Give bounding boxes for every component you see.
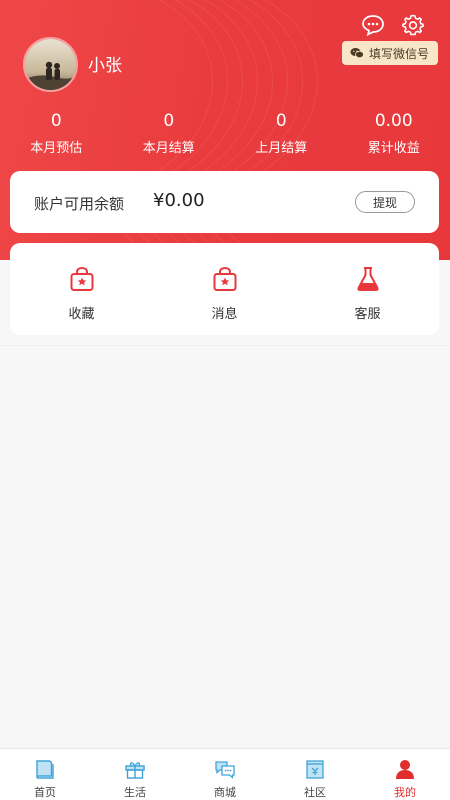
stat-label: 累计收益 [367,141,420,156]
stat-value: 0 [163,111,175,131]
quick-menu: 收藏 消息 客服 [10,243,439,335]
earnings-stats: 0 本月预估 0 本月结算 0 上月结算 0.00 累计收益 [0,111,450,156]
tab-life[interactable]: 生活 [90,749,180,800]
stat-total-earnings[interactable]: 0.00 累计收益 [338,111,450,156]
menu-item-label: 收藏 [68,307,95,322]
fill-wechat-button[interactable]: 填写微信号 [341,41,438,65]
tab-community[interactable]: 社区 [270,749,360,800]
bag-star-icon [213,266,236,291]
withdraw-button[interactable]: 提现 [355,191,415,213]
stat-this-month-settled[interactable]: 0 本月结算 [113,111,226,156]
tab-mall[interactable]: 商城 [180,749,270,800]
wechat-icon [350,48,364,59]
community-icon [306,760,324,779]
balance-card: 账户可用余额 ¥0.00 提现 [10,171,439,233]
gift-icon [125,762,145,779]
tab-label: 商城 [214,786,236,799]
balance-value: ¥0.00 [153,190,205,211]
bag-star-icon [70,266,93,291]
tab-home[interactable]: 首页 [0,749,90,800]
chat-bubbles-icon [215,761,235,779]
bottom-tab-bar: 首页 生活 商城 社区 我的 [0,748,450,800]
book-icon [36,760,54,779]
menu-item-favorites[interactable]: 收藏 [10,243,153,335]
tab-label: 生活 [124,786,146,799]
stat-label: 上月结算 [255,141,308,156]
message-bubble-icon[interactable] [360,12,386,38]
menu-item-label: 客服 [354,307,381,322]
username: 小张 [88,56,122,76]
stat-value: 0.00 [374,111,413,131]
menu-item-messages[interactable]: 消息 [153,243,296,335]
section-divider [0,345,450,346]
tab-mine[interactable]: 我的 [360,749,450,800]
stat-label: 本月结算 [142,141,195,156]
wechat-pill-label: 填写微信号 [368,46,429,61]
person-icon [396,760,414,779]
stat-last-month-settled[interactable]: 0 上月结算 [225,111,338,156]
tab-label: 我的 [394,786,416,799]
stat-this-month-estimate[interactable]: 0 本月预估 [0,111,113,156]
tab-label: 首页 [34,786,56,799]
stat-value: 0 [50,111,62,131]
avatar[interactable] [23,37,78,92]
tab-label: 社区 [304,786,326,799]
flask-icon [356,267,379,291]
stat-value: 0 [275,111,287,131]
menu-item-label: 消息 [211,307,238,322]
balance-label: 账户可用余额 [34,195,125,213]
gear-icon[interactable] [400,12,426,38]
stat-label: 本月预估 [30,141,83,156]
menu-item-customer-service[interactable]: 客服 [296,243,439,335]
